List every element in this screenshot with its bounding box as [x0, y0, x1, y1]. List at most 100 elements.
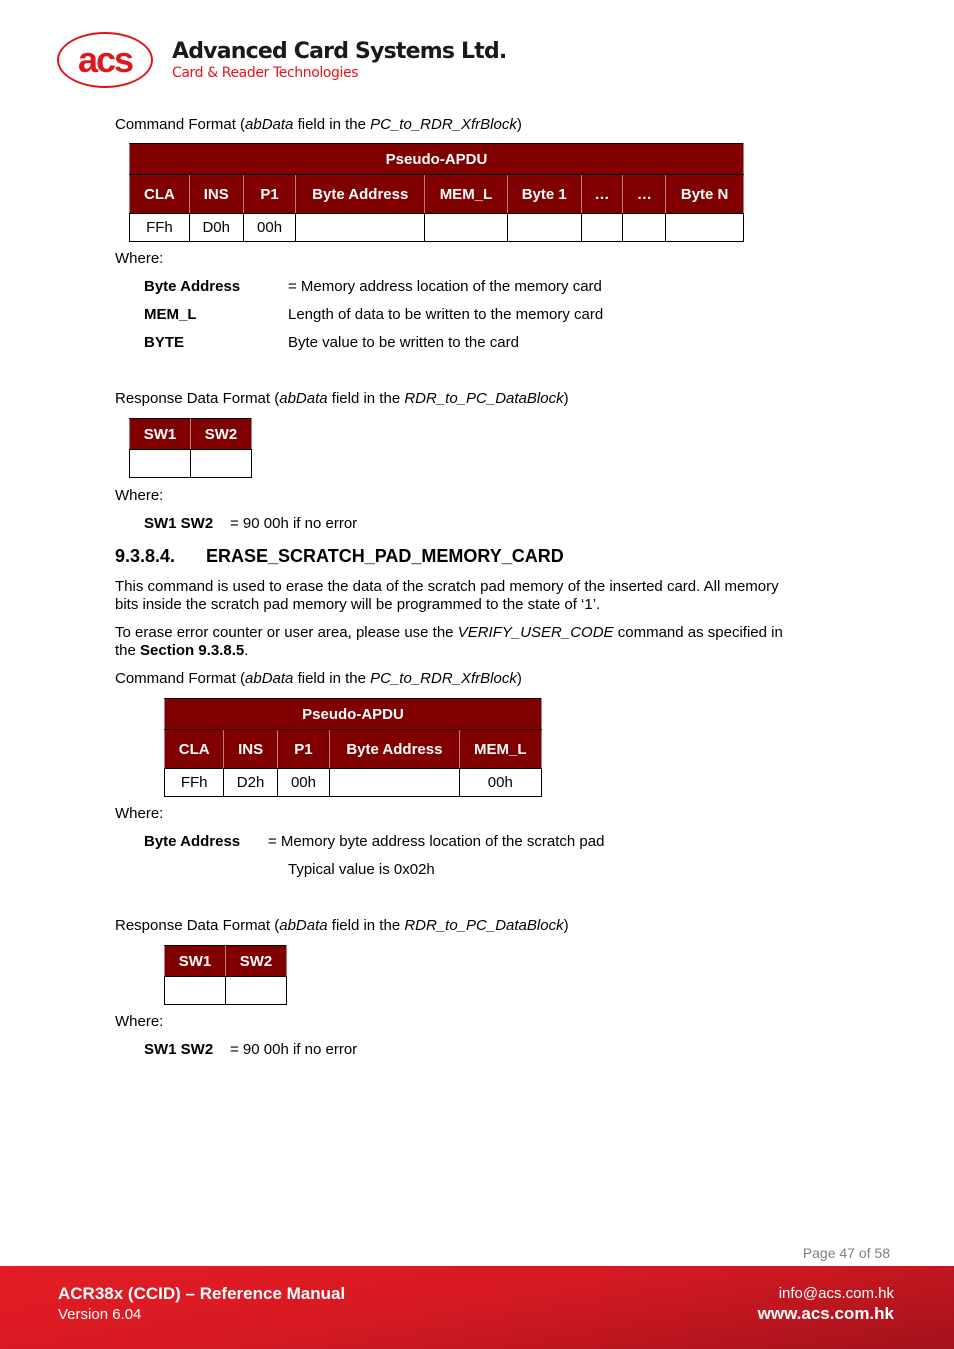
- def-term: BYTE: [144, 334, 185, 351]
- cell: FFh: [163, 768, 225, 797]
- response-table: SW1 SW2: [164, 945, 287, 1005]
- paragraph-line: bits inside the scratch pad memory will …: [115, 596, 601, 613]
- col-header: …: [580, 174, 624, 214]
- sw-term: SW1 SW2: [144, 1041, 214, 1058]
- website-link[interactable]: www.acs.com.hk: [758, 1304, 894, 1324]
- caption-middle: field in the: [327, 390, 405, 407]
- sw-desc: = 90 00h if no error: [230, 1041, 358, 1058]
- text: command as specified in: [613, 624, 783, 641]
- cell: [190, 449, 252, 478]
- col-header: SW1: [164, 945, 226, 977]
- col-header: MEM_L: [458, 729, 543, 769]
- response-format-caption: Response Data Format (abData field in th…: [115, 390, 569, 408]
- caption-middle: field in the: [293, 670, 371, 687]
- cell: [506, 213, 582, 242]
- col-header: P1: [242, 174, 297, 214]
- manual-title: ACR38x (CCID) – Reference Manual: [58, 1284, 346, 1303]
- caption-prefix: Response Data Format (: [115, 390, 280, 407]
- caption-prefix: Command Format (: [115, 670, 246, 687]
- acs-logo: acs: [77, 39, 134, 80]
- text: .: [244, 642, 249, 659]
- def-note: Typical value is 0x02h: [288, 861, 435, 878]
- col-header: Byte Address: [295, 174, 426, 214]
- def-desc: Byte value to be written to the card: [288, 334, 519, 351]
- col-header: SW1: [129, 418, 191, 450]
- apdu-title: Pseudo-APDU: [129, 143, 744, 175]
- cell: [665, 213, 744, 242]
- caption-field: abData: [245, 116, 294, 133]
- cell: FFh: [129, 213, 190, 242]
- col-header: CLA: [163, 729, 225, 769]
- caption-field: abData: [245, 670, 294, 687]
- col-header: INS: [223, 729, 278, 769]
- where-label: Where:: [115, 250, 164, 267]
- section-title: ERASE_SCRATCH_PAD_MEMORY_CARD: [206, 546, 564, 566]
- sw-term: SW1 SW2: [144, 515, 214, 532]
- text: To erase error counter or user area, ple…: [115, 624, 458, 641]
- cell: D2h: [223, 768, 278, 797]
- cell: 00h: [458, 768, 543, 797]
- cell: [329, 768, 460, 797]
- col-header: CLA: [129, 174, 190, 214]
- caption-field: abData: [279, 917, 328, 934]
- col-header: Byte 1: [506, 174, 582, 214]
- def-term: Byte Address: [144, 278, 241, 295]
- table-row: [129, 449, 252, 478]
- caption-middle: field in the: [327, 917, 405, 934]
- caption-suffix: ): [563, 917, 569, 934]
- col-header: P1: [276, 729, 331, 769]
- paragraph-line: the Section 9.3.8.5.: [115, 642, 248, 660]
- response-format-caption: Response Data Format (abData field in th…: [115, 917, 569, 935]
- table-row: FFh D2h 00h 00h: [163, 768, 543, 797]
- col-header: Byte N: [665, 174, 744, 214]
- cell: D0h: [188, 213, 244, 242]
- table-row: [164, 976, 287, 1005]
- command-name: VERIFY_USER_CODE: [457, 624, 614, 641]
- caption-suffix: ): [563, 390, 569, 407]
- email-link[interactable]: info@acs.com.hk: [779, 1285, 894, 1302]
- text: the: [115, 642, 141, 659]
- where-label: Where:: [115, 487, 164, 504]
- cell: [129, 449, 191, 478]
- col-header: MEM_L: [424, 174, 508, 214]
- response-table: SW1 SW2: [129, 418, 252, 478]
- section-number: 9.3.8.4.: [115, 546, 176, 566]
- write-apdu-table: Pseudo-APDU CLA INS P1 Byte Address MEM_…: [129, 143, 744, 242]
- section-reference: Section 9.3.8.5: [140, 642, 245, 659]
- cell: [295, 213, 426, 242]
- caption-field: abData: [279, 390, 328, 407]
- cell: [164, 976, 226, 1005]
- company-name: Advanced Card Systems Ltd.: [172, 39, 507, 64]
- cell: [225, 976, 287, 1005]
- apdu-title: Pseudo-APDU: [164, 698, 542, 730]
- col-header: SW2: [225, 945, 287, 977]
- def-desc: = Memory byte address location of the sc…: [268, 833, 605, 850]
- page-number: Page 47 of 58: [802, 1245, 890, 1261]
- command-format-caption: Command Format (abData field in the PC_t…: [115, 116, 522, 134]
- paragraph-line: To erase error counter or user area, ple…: [115, 624, 783, 642]
- cell: [622, 213, 667, 242]
- def-term: MEM_L: [144, 306, 197, 323]
- paragraph-line: This command is used to erase the data o…: [115, 578, 779, 595]
- caption-block: RDR_to_PC_DataBlock: [404, 917, 564, 934]
- caption-block: PC_to_RDR_XfrBlock: [370, 116, 517, 133]
- caption-prefix: Response Data Format (: [115, 917, 280, 934]
- version: Version 6.04: [58, 1306, 142, 1323]
- def-desc: Length of data to be written to the memo…: [288, 306, 604, 323]
- erase-apdu-table: Pseudo-APDU CLA INS P1 Byte Address MEM_…: [163, 698, 543, 797]
- caption-suffix: ): [516, 670, 522, 687]
- caption-prefix: Command Format (: [115, 116, 246, 133]
- def-desc: = Memory address location of the memory …: [288, 278, 602, 295]
- company-tagline: Card & Reader Technologies: [172, 65, 359, 81]
- caption-suffix: ): [516, 116, 522, 133]
- col-header: INS: [188, 174, 244, 214]
- caption-block: RDR_to_PC_DataBlock: [404, 390, 564, 407]
- col-header: …: [622, 174, 667, 214]
- command-format-caption: Command Format (abData field in the PC_t…: [115, 670, 522, 688]
- table-row: FFh D0h 00h: [129, 213, 744, 242]
- caption-middle: field in the: [293, 116, 371, 133]
- cell: [424, 213, 508, 242]
- cell: 00h: [276, 768, 331, 797]
- caption-block: PC_to_RDR_XfrBlock: [370, 670, 517, 687]
- def-term: Byte Address: [144, 833, 241, 850]
